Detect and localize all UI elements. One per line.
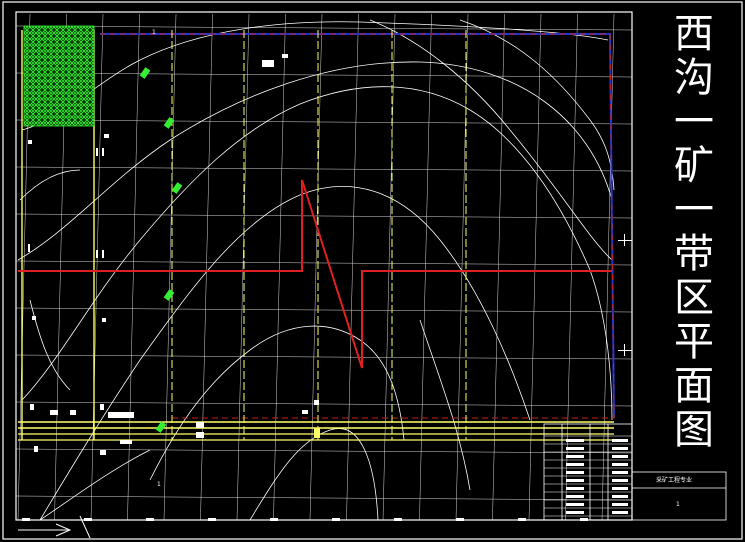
- coordinate-grid: [15, 13, 633, 521]
- grid-line-vertical: [273, 13, 286, 521]
- grid-line-horizontal: [15, 260, 633, 266]
- sheet-tag-lower: 1: [157, 481, 161, 488]
- elevation-labels: [139, 67, 183, 433]
- grid-line-vertical: [309, 13, 323, 521]
- scale-tick: [84, 518, 92, 521]
- scale-tick: [22, 518, 30, 521]
- title-block-entry: [566, 503, 584, 506]
- title-block-entry: [612, 455, 628, 458]
- title-char: 面: [674, 363, 714, 409]
- tree-hatch-icon: [23, 25, 95, 127]
- grid-line-vertical: [528, 13, 542, 521]
- title-char: 图: [674, 407, 714, 453]
- scale-tick: [208, 518, 216, 521]
- mine-plan-drawing: [2, 1, 743, 540]
- grid-line-vertical: [419, 13, 432, 521]
- title-block-entries: [566, 439, 628, 514]
- drawing-title: 西 沟 一 矿 一 带 区 平 面 图: [648, 14, 740, 454]
- grid-line-vertical: [236, 13, 250, 521]
- grid-line-vertical: [492, 13, 505, 521]
- grid-line-vertical: [127, 13, 140, 521]
- sheet-tag-upper: 1: [152, 29, 156, 36]
- title-char: 矿: [674, 143, 714, 189]
- inner-frame: [15, 11, 633, 521]
- scale-tick: [518, 518, 526, 521]
- grid-line-horizontal: [15, 448, 633, 454]
- map-symbols: [28, 54, 632, 455]
- grid-line-horizontal: [15, 495, 633, 501]
- grid-line-horizontal: [15, 25, 633, 31]
- title-block-entry: [566, 511, 584, 514]
- scale-tick: [146, 518, 154, 521]
- title-block-entry: [612, 511, 628, 514]
- mine-boundary: [100, 33, 615, 419]
- title-char: 区: [674, 275, 714, 321]
- title-block-entry: [612, 471, 628, 474]
- grid-line-horizontal: [15, 119, 633, 125]
- title-char: 沟: [674, 55, 714, 101]
- title-block-entry: [612, 463, 628, 466]
- grid-line-horizontal: [15, 213, 633, 219]
- scale-tick: [332, 518, 340, 521]
- title-char: 带: [674, 231, 714, 277]
- title-char: 平: [674, 319, 714, 365]
- title-char: 一: [674, 187, 714, 233]
- title-block-entry: [566, 439, 584, 442]
- grid-line-vertical: [382, 13, 396, 521]
- title-char: 一: [674, 99, 714, 145]
- title-block-entry: [566, 495, 584, 498]
- title-block-entry: [566, 447, 584, 450]
- title-block-entry: [566, 463, 584, 466]
- fault-line: [18, 179, 612, 369]
- road-lines: [18, 30, 614, 441]
- title-block-entry: [612, 487, 628, 490]
- scale-tick: [394, 518, 402, 521]
- scale-tick: [456, 518, 464, 521]
- grid-line-horizontal: [15, 354, 633, 360]
- title-block-entry: [566, 455, 584, 458]
- title-block-entry: [612, 503, 628, 506]
- title-block-entry: [612, 439, 628, 442]
- title-block-entry: [612, 495, 628, 498]
- sheet-number: 1: [676, 501, 680, 508]
- designer-label: 采矿工程专业: [656, 477, 693, 484]
- title-block-entry: [566, 471, 584, 474]
- title-block-entry: [612, 479, 628, 482]
- grid-line-vertical: [163, 13, 177, 521]
- scale-tick: [580, 518, 588, 521]
- title-char: 西: [674, 11, 714, 57]
- grid-line-horizontal: [15, 307, 633, 313]
- scale-tick: [270, 518, 278, 521]
- title-block-entry: [566, 479, 584, 482]
- grid-line-horizontal: [15, 401, 633, 407]
- title-block-entry: [566, 487, 584, 490]
- title-block-entry: [612, 447, 628, 450]
- mine-boundary-dash: [100, 33, 615, 419]
